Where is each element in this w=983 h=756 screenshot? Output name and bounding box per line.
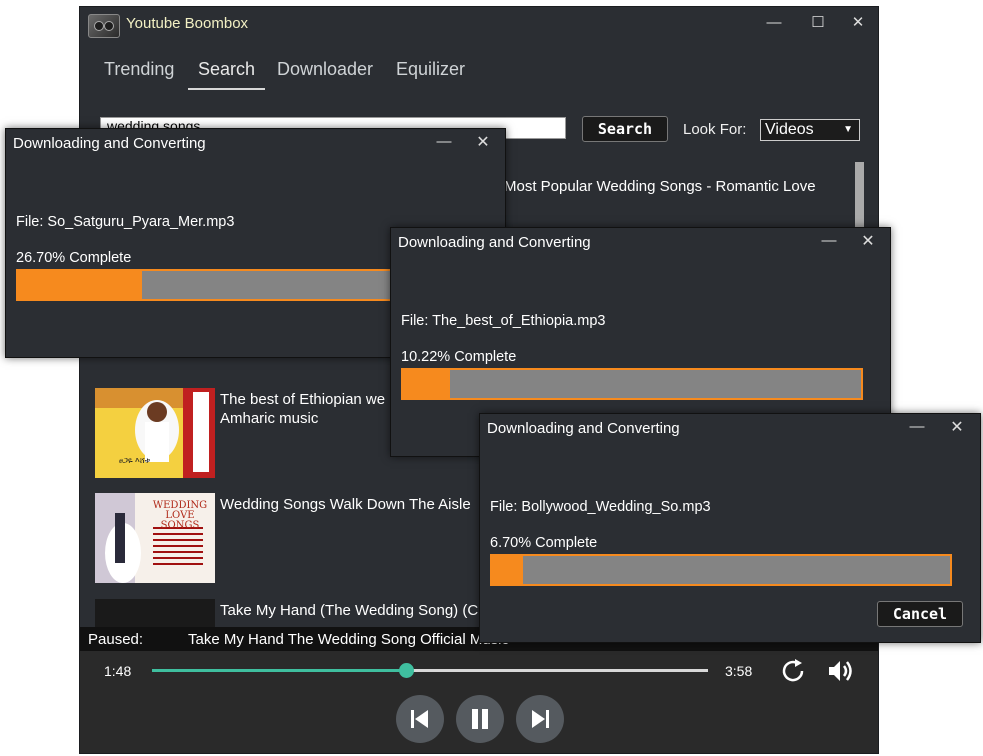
tab-search[interactable]: Search — [188, 55, 266, 90]
result-thumbnail: WEDDING LOVE SONGS — [95, 493, 215, 583]
dialog-title: Downloading and Converting — [398, 234, 591, 251]
look-for-value: Videos — [765, 121, 814, 138]
skip-previous-icon — [411, 710, 428, 728]
download-file-name: File: The_best_of_Ethiopia.mp3 — [401, 313, 606, 329]
thumbnail-caption: WEDDING LOVE SONGS — [152, 500, 208, 531]
dialog-close-button[interactable]: ✕ — [858, 231, 878, 251]
total-time: 3:58 — [725, 663, 753, 679]
pause-button[interactable] — [456, 695, 504, 743]
previous-button[interactable] — [396, 695, 444, 743]
download-file-name: File: So_Satguru_Pyara_Mer.mp3 — [16, 214, 235, 230]
pause-icon — [472, 709, 488, 729]
minimize-button[interactable]: — — [762, 12, 786, 34]
download-percent: 10.22% Complete — [401, 349, 517, 365]
download-progress-bar — [401, 368, 863, 400]
boombox-logo-icon — [88, 14, 120, 38]
tab-equilizer[interactable]: Equilizer — [386, 55, 475, 88]
search-button[interactable]: Search — [582, 116, 668, 142]
result-title[interactable]: Most Popular Wedding Songs - Romantic Lo… — [504, 178, 816, 195]
seek-handle[interactable] — [399, 663, 415, 678]
download-progress-fill — [18, 271, 143, 299]
dialog-minimize-button[interactable]: — — [434, 133, 454, 150]
download-progress-fill — [403, 370, 450, 398]
download-percent: 26.70% Complete — [16, 250, 132, 266]
app-title: Youtube Boombox — [126, 15, 249, 32]
seek-progress — [152, 669, 407, 672]
seek-bar[interactable] — [152, 663, 708, 678]
cancel-button[interactable]: Cancel — [877, 601, 963, 627]
scrollbar-thumb[interactable] — [855, 162, 864, 232]
tab-downloader[interactable]: Downloader — [267, 55, 383, 88]
dropdown-arrow-icon: ▼ — [843, 124, 853, 135]
close-button[interactable]: ✕ — [846, 12, 870, 34]
maximize-button[interactable]: ☐ — [806, 12, 830, 34]
dialog-close-button[interactable]: ✕ — [947, 417, 967, 437]
download-progress-fill — [492, 556, 523, 584]
tab-trending[interactable]: Trending — [94, 55, 184, 88]
status-label: Paused: — [88, 631, 144, 648]
dialog-minimize-button[interactable]: — — [819, 232, 839, 249]
download-file-name: File: Bollywood_Wedding_So.mp3 — [490, 499, 711, 515]
now-playing-title: Take My Hand The Wedding Song Official M… — [188, 631, 509, 648]
skip-next-icon — [532, 710, 549, 728]
look-for-select[interactable]: Videos ▼ — [760, 119, 860, 141]
thumbnail-caption: ፀጋዬ እሸቱ — [119, 456, 151, 465]
result-thumbnail: ፀጋዬ እሸቱ — [95, 388, 215, 478]
download-dialog: Downloading and Converting — ✕ File: Bol… — [479, 413, 981, 643]
dialog-title: Downloading and Converting — [487, 420, 680, 437]
download-progress-bar — [490, 554, 952, 586]
current-time: 1:48 — [104, 663, 132, 679]
next-button[interactable] — [516, 695, 564, 743]
dialog-close-button[interactable]: ✕ — [473, 132, 493, 152]
volume-icon[interactable] — [826, 657, 854, 685]
repeat-icon[interactable] — [780, 657, 808, 685]
dialog-title: Downloading and Converting — [13, 135, 206, 152]
title-bar: Youtube Boombox — ☐ ✕ — [80, 7, 878, 41]
player-bar: 1:48 3:58 — [80, 651, 878, 753]
look-for-label: Look For: — [683, 121, 747, 138]
download-percent: 6.70% Complete — [490, 535, 598, 551]
dialog-minimize-button[interactable]: — — [907, 418, 927, 435]
